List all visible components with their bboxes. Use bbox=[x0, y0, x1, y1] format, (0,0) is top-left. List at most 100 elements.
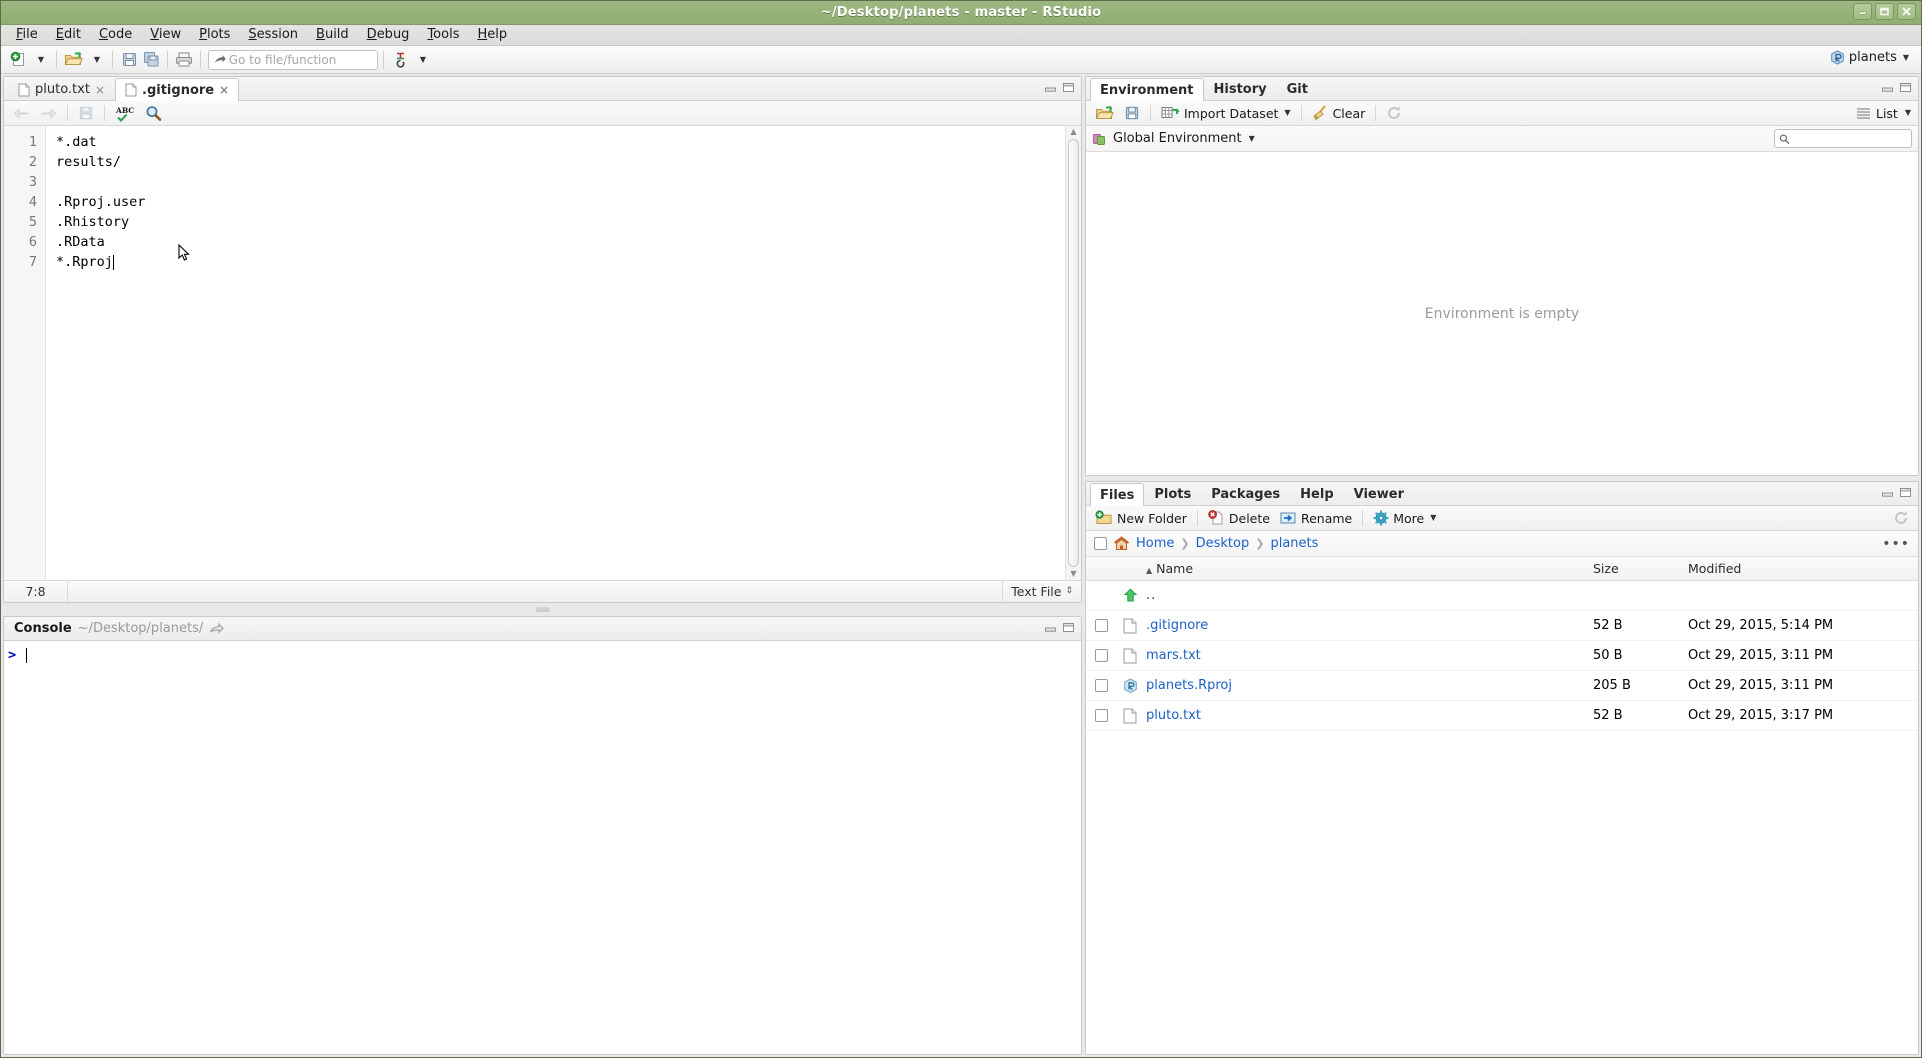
new-file-dropdown[interactable]: ▼ bbox=[29, 49, 51, 71]
addins-dropdown[interactable]: ▼ bbox=[411, 49, 433, 71]
new-file-button[interactable] bbox=[7, 49, 29, 71]
source-minimize-button[interactable] bbox=[1043, 81, 1057, 94]
refresh-environment-button[interactable] bbox=[1382, 103, 1406, 123]
breadcrumb-home[interactable]: Home bbox=[1136, 536, 1174, 551]
save-workspace-button[interactable] bbox=[1120, 103, 1144, 123]
maximize-button[interactable] bbox=[1875, 3, 1894, 20]
scroll-up-arrow-icon[interactable]: ▲ bbox=[1070, 128, 1076, 136]
print-button[interactable] bbox=[173, 49, 195, 71]
environment-maximize-button[interactable] bbox=[1898, 81, 1912, 94]
console-output[interactable]: > bbox=[4, 641, 1081, 1054]
menu-help[interactable]: Help bbox=[468, 25, 516, 45]
file-name[interactable]: pluto.txt bbox=[1146, 708, 1201, 723]
tab-git[interactable]: Git bbox=[1277, 78, 1318, 100]
file-name[interactable]: .gitignore bbox=[1146, 618, 1208, 633]
source-console-splitter[interactable] bbox=[3, 608, 1082, 611]
row-checkbox[interactable] bbox=[1095, 649, 1108, 662]
tab-plots[interactable]: Plots bbox=[1144, 483, 1201, 505]
menu-code[interactable]: Code bbox=[90, 25, 141, 45]
tab-packages[interactable]: Packages bbox=[1201, 483, 1290, 505]
menu-edit[interactable]: Edit bbox=[47, 25, 90, 45]
splitter-grip[interactable] bbox=[536, 607, 550, 612]
code-content[interactable]: *.dat results/ .Rproj.user .Rhistory .RD… bbox=[46, 126, 1065, 580]
addins-button[interactable] bbox=[389, 49, 411, 71]
new-folder-button[interactable]: New Folder bbox=[1091, 508, 1191, 528]
table-row[interactable]: mars.txt 50 B Oct 29, 2015, 3:11 PM bbox=[1086, 641, 1918, 671]
clear-workspace-button[interactable]: Clear bbox=[1308, 103, 1370, 123]
delete-files-button[interactable]: Delete bbox=[1204, 508, 1274, 528]
rename-file-button[interactable]: Rename bbox=[1276, 508, 1356, 528]
file-type-selector[interactable]: Text File ⇕ bbox=[1002, 581, 1081, 602]
environment-search-box[interactable] bbox=[1774, 129, 1912, 148]
row-checkbox[interactable] bbox=[1095, 619, 1108, 632]
close-button[interactable] bbox=[1897, 3, 1916, 20]
environment-search-input[interactable] bbox=[1794, 131, 1907, 147]
popout-arrow-icon[interactable] bbox=[209, 622, 225, 635]
console-maximize-button[interactable] bbox=[1061, 621, 1075, 634]
save-all-button[interactable] bbox=[140, 49, 162, 71]
tab-pluto-txt[interactable]: pluto.txt × bbox=[8, 78, 115, 100]
scrollbar-thumb[interactable] bbox=[1068, 139, 1079, 567]
tab-gitignore[interactable]: .gitignore × bbox=[115, 78, 239, 101]
console-body[interactable]: > bbox=[4, 641, 1081, 1054]
tab-close-icon[interactable]: × bbox=[95, 84, 105, 96]
spellcheck-button[interactable]: ABC bbox=[111, 103, 139, 123]
source-save-button[interactable] bbox=[74, 103, 98, 123]
row-checkbox[interactable] bbox=[1095, 679, 1108, 692]
breadcrumb-planets[interactable]: planets bbox=[1270, 536, 1318, 551]
environment-minimize-button[interactable] bbox=[1880, 81, 1894, 94]
find-replace-button[interactable] bbox=[141, 103, 166, 123]
console-prompt-line[interactable]: > bbox=[8, 646, 1081, 664]
tab-environment[interactable]: Environment bbox=[1090, 78, 1204, 101]
menu-tools[interactable]: Tools bbox=[418, 25, 468, 45]
files-minimize-button[interactable] bbox=[1880, 486, 1894, 499]
goto-file-input[interactable] bbox=[227, 52, 373, 68]
files-maximize-button[interactable] bbox=[1898, 486, 1912, 499]
file-name[interactable]: planets.Rproj bbox=[1146, 678, 1232, 693]
menu-build[interactable]: Build bbox=[307, 25, 358, 45]
menu-debug[interactable]: Debug bbox=[358, 25, 419, 45]
global-environment-selector[interactable]: Global Environment ▼ bbox=[1092, 131, 1255, 147]
project-selector[interactable]: planets ▼ bbox=[1826, 49, 1913, 66]
source-editor[interactable]: 1 2 3 4 5 6 7 *.dat results/ .Rproj.user… bbox=[4, 126, 1081, 580]
save-button[interactable] bbox=[118, 49, 140, 71]
home-icon[interactable] bbox=[1113, 536, 1130, 551]
tab-files[interactable]: Files bbox=[1090, 483, 1144, 506]
table-row[interactable]: .gitignore 52 B Oct 29, 2015, 5:14 PM bbox=[1086, 611, 1918, 641]
table-row[interactable]: .. bbox=[1086, 581, 1918, 611]
editor-scrollbar[interactable]: ▲ ▼ bbox=[1065, 126, 1081, 580]
file-name[interactable]: .. bbox=[1146, 588, 1156, 603]
load-workspace-button[interactable] bbox=[1091, 103, 1118, 123]
breadcrumb-desktop[interactable]: Desktop bbox=[1196, 536, 1250, 551]
table-row[interactable]: planets.Rproj 205 B Oct 29, 2015, 3:11 P… bbox=[1086, 671, 1918, 701]
table-row[interactable]: pluto.txt 52 B Oct 29, 2015, 3:17 PM bbox=[1086, 701, 1918, 731]
source-back-button[interactable] bbox=[9, 103, 34, 123]
menu-session[interactable]: Session bbox=[239, 25, 307, 45]
ellipsis-icon[interactable]: ••• bbox=[1882, 536, 1910, 552]
row-checkbox[interactable] bbox=[1095, 709, 1108, 722]
refresh-files-button[interactable] bbox=[1889, 508, 1913, 528]
menu-view[interactable]: View bbox=[141, 25, 190, 45]
column-header-modified[interactable]: Modified bbox=[1688, 561, 1918, 576]
menu-plots[interactable]: Plots bbox=[190, 25, 239, 45]
tab-close-icon[interactable]: × bbox=[219, 84, 229, 96]
open-folder-button[interactable] bbox=[62, 49, 85, 71]
menu-file[interactable]: File bbox=[7, 25, 47, 45]
column-header-name[interactable]: ▲Name bbox=[1144, 561, 1593, 576]
open-file-dropdown[interactable]: ▼ bbox=[85, 49, 107, 71]
import-dataset-button[interactable]: Import Dataset ▼ bbox=[1157, 103, 1295, 123]
more-actions-button[interactable]: More ▼ bbox=[1369, 508, 1440, 528]
console-minimize-button[interactable] bbox=[1043, 621, 1057, 634]
select-all-checkbox[interactable] bbox=[1094, 537, 1107, 550]
source-maximize-button[interactable] bbox=[1061, 81, 1075, 94]
scroll-down-arrow-icon[interactable]: ▼ bbox=[1070, 570, 1076, 578]
tab-viewer[interactable]: Viewer bbox=[1344, 483, 1414, 505]
tab-history[interactable]: History bbox=[1204, 78, 1277, 100]
file-name[interactable]: mars.txt bbox=[1146, 648, 1201, 663]
tab-help[interactable]: Help bbox=[1290, 483, 1343, 505]
source-forward-button[interactable] bbox=[36, 103, 61, 123]
goto-file-function-box[interactable] bbox=[208, 50, 378, 70]
minimize-button[interactable] bbox=[1853, 3, 1872, 20]
column-header-size[interactable]: Size bbox=[1593, 561, 1688, 576]
environment-view-selector[interactable]: List ▼ bbox=[1852, 103, 1913, 123]
